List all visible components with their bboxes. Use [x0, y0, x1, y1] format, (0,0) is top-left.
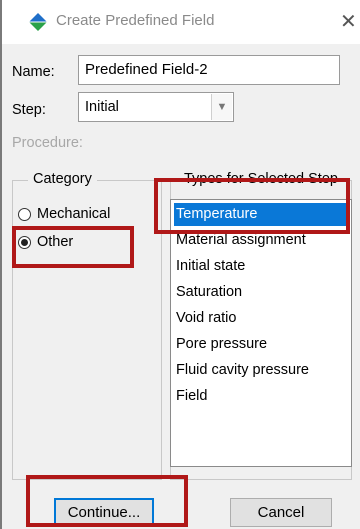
list-item[interactable]: Fluid cavity pressure — [174, 359, 346, 382]
list-item[interactable]: Initial state — [174, 255, 346, 278]
list-item[interactable]: Field — [174, 385, 346, 408]
radio-label: Mechanical — [37, 206, 111, 222]
highlight-continue-button — [26, 475, 188, 527]
step-select[interactable]: Initial ▼ — [78, 92, 234, 122]
step-label: Step: — [12, 102, 46, 118]
dialog-title: Create Predefined Field — [56, 12, 215, 29]
category-group-title: Category — [28, 171, 97, 187]
list-item[interactable]: Pore pressure — [174, 333, 346, 356]
category-group — [12, 180, 162, 480]
predefined-field-icon — [29, 13, 47, 31]
create-predefined-field-dialog: Create Predefined Field ✕ Name: Predefin… — [0, 0, 360, 529]
highlight-other-radio — [12, 226, 134, 268]
close-icon[interactable]: ✕ — [340, 9, 357, 34]
types-listbox[interactable]: Temperature Material assignment Initial … — [170, 199, 352, 467]
name-label: Name: — [12, 64, 55, 80]
step-select-value: Initial — [85, 99, 119, 115]
title-bar: Create Predefined Field ✕ — [2, 0, 360, 44]
highlight-types-selection — [154, 178, 350, 234]
list-item[interactable]: Saturation — [174, 281, 346, 304]
chevron-down-icon[interactable]: ▼ — [211, 94, 232, 120]
name-field[interactable]: Predefined Field-2 — [78, 55, 340, 85]
radio-button-icon[interactable] — [18, 207, 31, 221]
radio-mechanical[interactable]: Mechanical — [18, 206, 110, 222]
cancel-button[interactable]: Cancel — [230, 498, 332, 527]
list-item[interactable]: Void ratio — [174, 307, 346, 330]
procedure-label: Procedure: — [12, 135, 83, 151]
